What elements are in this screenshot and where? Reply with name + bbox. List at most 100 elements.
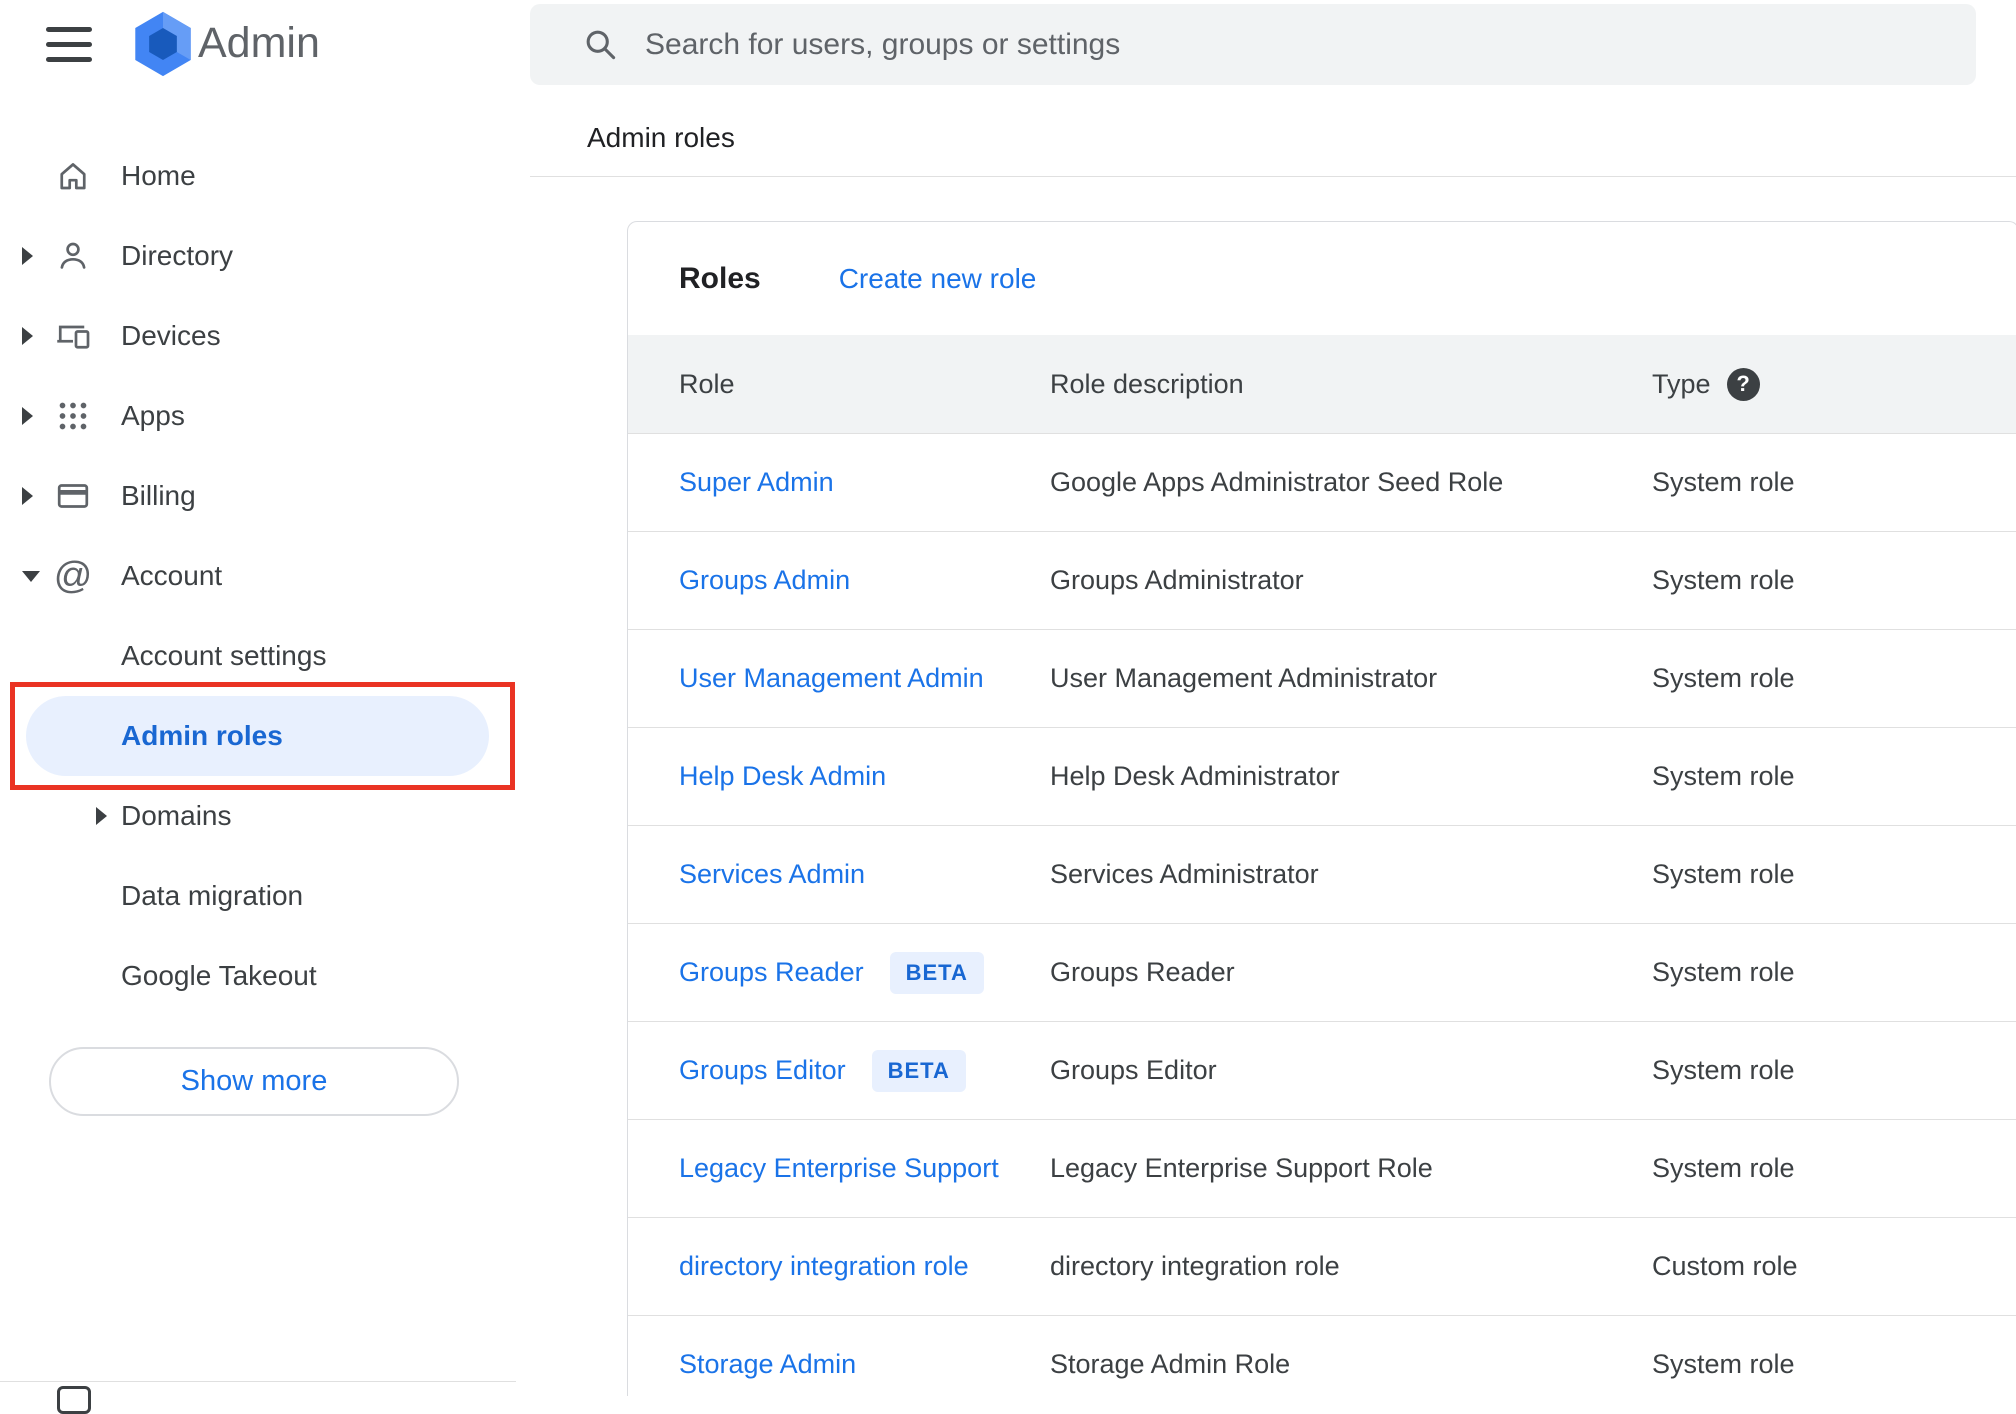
role-description: Services Administrator: [1050, 859, 1319, 889]
sidebar-item-billing[interactable]: Billing: [0, 456, 530, 536]
sidebar: Admin Home Directory Devices Apps Billing @ Ac…: [0, 0, 530, 1414]
help-icon[interactable]: ?: [1726, 367, 1760, 401]
role-link[interactable]: directory integration role: [679, 1251, 969, 1282]
role-cell: Groups Reader BETA: [679, 951, 1050, 994]
role-description: Google Apps Administrator Seed Role: [1050, 467, 1504, 497]
chevron-down-icon[interactable]: [22, 570, 40, 582]
app-title: Admin: [198, 19, 320, 67]
column-header-description: Role description: [1050, 368, 1244, 399]
role-description: User Management Administrator: [1050, 663, 1438, 693]
chevron-right-icon[interactable]: [22, 327, 33, 345]
role-link[interactable]: Groups Reader: [679, 957, 864, 988]
devices-icon: [55, 318, 91, 354]
role-cell: Help Desk Admin: [679, 761, 1050, 792]
role-cell: directory integration role: [679, 1251, 1050, 1282]
role-link[interactable]: Services Admin: [679, 859, 865, 890]
table-row: Super Admin Google Apps Administrator See…: [628, 434, 2016, 532]
sidebar-item-google-takeout[interactable]: Google Takeout: [0, 936, 530, 1016]
role-cell: Services Admin: [679, 859, 1050, 890]
role-type: System role: [1652, 565, 1795, 595]
role-type: System role: [1652, 663, 1795, 693]
at-icon: @: [53, 555, 93, 597]
sidebar-item-domains[interactable]: Domains: [0, 776, 530, 856]
role-link[interactable]: Help Desk Admin: [679, 761, 886, 792]
role-type: System role: [1652, 957, 1795, 987]
roles-card: Roles Create new role Role Role descript…: [627, 221, 2016, 1396]
apps-icon: [55, 398, 91, 434]
role-description: Help Desk Administrator: [1050, 761, 1340, 791]
partial-bottom-icon: [57, 1386, 91, 1414]
roles-card-header: Roles Create new role: [628, 222, 2016, 335]
table-row: Groups Reader BETA Groups Reader System rol…: [628, 924, 2016, 1022]
sidebar-item-home[interactable]: Home: [0, 136, 530, 216]
role-description: Storage Admin Role: [1050, 1349, 1291, 1379]
role-cell: Groups Admin: [679, 565, 1050, 596]
search-input[interactable]: [645, 27, 1946, 62]
sidebar-item-label: Directory: [121, 240, 234, 271]
role-type: System role: [1652, 859, 1795, 889]
role-link[interactable]: Groups Editor: [679, 1055, 846, 1086]
role-cell: Groups Editor BETA: [679, 1049, 1050, 1092]
sidebar-item-data-migration[interactable]: Data migration: [0, 856, 530, 936]
table-row: Legacy Enterprise Support Legacy Enterpri…: [628, 1120, 2016, 1218]
menu-icon[interactable]: [46, 27, 92, 62]
sidebar-item-label: Google Takeout: [121, 960, 317, 991]
role-description: directory integration role: [1050, 1251, 1340, 1281]
sidebar-bottom-divider: [0, 1381, 516, 1382]
roles-table-body: Super Admin Google Apps Administrator See…: [628, 434, 2016, 1396]
beta-badge: BETA: [889, 951, 984, 994]
sidebar-item-label: Data migration: [121, 880, 304, 911]
role-link[interactable]: Groups Admin: [679, 565, 850, 596]
admin-logo-icon[interactable]: [128, 9, 198, 79]
table-row: Groups Admin Groups Administrator System r…: [628, 532, 2016, 630]
beta-badge: BETA: [871, 1049, 966, 1092]
role-type: System role: [1652, 1055, 1795, 1085]
table-row: Services Admin Services Administrator Syst…: [628, 826, 2016, 924]
role-description: Legacy Enterprise Support Role: [1050, 1153, 1433, 1183]
role-link[interactable]: Legacy Enterprise Support: [679, 1153, 999, 1184]
sidebar-item-account[interactable]: @ Account: [0, 536, 530, 616]
create-new-role-link[interactable]: Create new role: [839, 263, 1037, 295]
role-type: System role: [1652, 761, 1795, 791]
sidebar-item-account-settings[interactable]: Account settings: [0, 616, 530, 696]
sidebar-item-label: Home: [121, 160, 196, 191]
role-type: Custom role: [1652, 1251, 1798, 1281]
sidebar-nav: Home Directory Devices Apps Billing @ Account A…: [0, 136, 530, 1016]
sidebar-item-label: Account settings: [121, 640, 327, 671]
role-cell: Super Admin: [679, 467, 1050, 498]
chevron-right-icon[interactable]: [22, 407, 33, 425]
person-icon: [55, 238, 91, 274]
chevron-right-icon[interactable]: [22, 487, 33, 505]
table-row: Storage Admin Storage Admin Role System ro…: [628, 1316, 2016, 1396]
role-cell: Legacy Enterprise Support: [679, 1153, 1050, 1184]
chevron-right-icon[interactable]: [22, 247, 33, 265]
role-link[interactable]: User Management Admin: [679, 663, 984, 694]
title-divider: [530, 176, 2016, 177]
search-icon: [582, 26, 619, 63]
role-link[interactable]: Super Admin: [679, 467, 834, 498]
role-description: Groups Reader: [1050, 957, 1235, 987]
sidebar-item-label: Devices: [121, 320, 221, 351]
column-header-role: Role: [679, 368, 735, 399]
table-row: Groups Editor BETA Groups Editor System rol…: [628, 1022, 2016, 1120]
sidebar-item-devices[interactable]: Devices: [0, 296, 530, 376]
sidebar-item-apps[interactable]: Apps: [0, 376, 530, 456]
chevron-right-icon[interactable]: [96, 807, 107, 825]
role-link[interactable]: Storage Admin: [679, 1349, 856, 1380]
sidebar-item-label: Account: [121, 560, 223, 591]
table-row: directory integration role directory inte…: [628, 1218, 2016, 1316]
role-type: System role: [1652, 467, 1795, 497]
sidebar-item-directory[interactable]: Directory: [0, 216, 530, 296]
search-bar[interactable]: [530, 4, 1976, 85]
home-icon: [55, 158, 91, 194]
sidebar-item-admin-roles[interactable]: Admin roles: [26, 696, 489, 776]
role-cell: Storage Admin: [679, 1349, 1050, 1380]
show-more-button[interactable]: Show more: [49, 1047, 459, 1116]
role-type: System role: [1652, 1153, 1795, 1183]
role-description: Groups Editor: [1050, 1055, 1217, 1085]
sidebar-item-label: Apps: [121, 400, 185, 431]
sidebar-item-label: Admin roles: [121, 720, 283, 751]
role-type: System role: [1652, 1349, 1795, 1379]
sidebar-item-label: Domains: [121, 800, 232, 831]
billing-icon: [55, 478, 91, 514]
